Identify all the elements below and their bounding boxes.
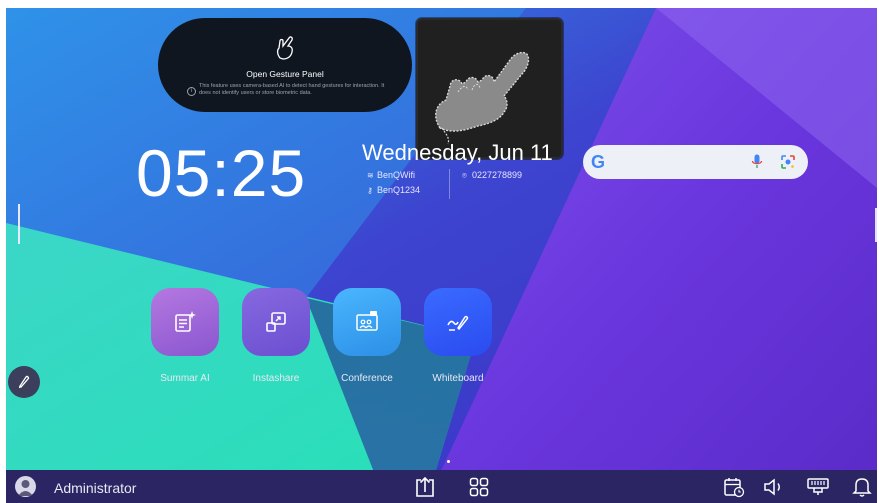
google-search-bar[interactable]: G: [583, 145, 808, 179]
floating-pen-button[interactable]: [8, 366, 40, 398]
taskbar: Administrator: [6, 470, 877, 503]
left-edge-handle[interactable]: [18, 204, 20, 244]
google-logo: G: [591, 152, 606, 172]
summar-ai-tile[interactable]: [151, 288, 219, 356]
ip-address: ⌾ 0227278899: [462, 171, 522, 180]
clock-time: 05:25: [136, 136, 307, 210]
hand-gesture-icon: [276, 36, 293, 60]
home-screen: Open Gesture Panel i This feature uses c…: [6, 8, 877, 503]
schedule-icon[interactable]: [723, 476, 745, 498]
date-label: Wednesday, Jun 11: [362, 140, 553, 165]
wifi-password: ⚷ BenQ1234: [367, 186, 420, 195]
whiteboard-tile[interactable]: [424, 288, 492, 356]
key-icon: ⚷: [367, 186, 373, 195]
wifi-name: ≋ BenQWifi: [367, 171, 415, 180]
app-summar-ai[interactable]: Summar AI: [141, 288, 229, 384]
gesture-privacy-note: This feature uses camera-based AI to det…: [199, 83, 385, 96]
hand-silhouette-icon: [435, 51, 530, 145]
network-icon[interactable]: [806, 477, 830, 497]
mic-icon[interactable]: [751, 154, 763, 170]
wifi-password-text: BenQ1234: [377, 185, 421, 195]
app-instashare[interactable]: Instashare: [232, 288, 320, 384]
wifi-icon: ≋: [367, 171, 374, 180]
info-icon: i: [187, 87, 196, 96]
pen-icon: [18, 375, 30, 389]
apps-grid-icon[interactable]: [469, 477, 489, 497]
app-whiteboard[interactable]: Whiteboard: [414, 288, 502, 384]
volume-icon[interactable]: [763, 477, 785, 497]
network-info-divider: [449, 169, 450, 199]
app-label: Conference: [341, 373, 393, 384]
app-conference[interactable]: Conference: [323, 288, 411, 384]
gesture-camera-preview: [416, 18, 563, 159]
wifi-name-text: BenQWifi: [377, 170, 416, 180]
bell-icon[interactable]: [852, 476, 872, 498]
whiteboard-pen-icon: [447, 315, 469, 331]
gesture-panel-title: Open Gesture Panel: [246, 69, 324, 79]
summary-ai-icon: [175, 311, 196, 332]
user-avatar[interactable]: [15, 476, 36, 497]
user-name[interactable]: Administrator: [54, 480, 136, 496]
person-icon: [18, 480, 33, 496]
conference-icon: [356, 311, 378, 331]
instashare-tile[interactable]: [242, 288, 310, 356]
app-label: Whiteboard: [432, 373, 484, 384]
conference-tile[interactable]: [333, 288, 401, 356]
share-icon[interactable]: [414, 476, 436, 498]
page-indicator-dot: [447, 460, 450, 463]
location-pin-icon: ⌾: [462, 171, 467, 180]
right-edge-handle[interactable]: [875, 208, 877, 242]
lens-icon[interactable]: [780, 154, 796, 170]
app-label: Summar AI: [160, 373, 210, 384]
ip-address-text: 0227278899: [472, 170, 523, 180]
app-label: Instashare: [252, 373, 300, 384]
gesture-panel[interactable]: Open Gesture Panel i This feature uses c…: [158, 18, 412, 112]
screen-cast-icon: [266, 312, 286, 332]
